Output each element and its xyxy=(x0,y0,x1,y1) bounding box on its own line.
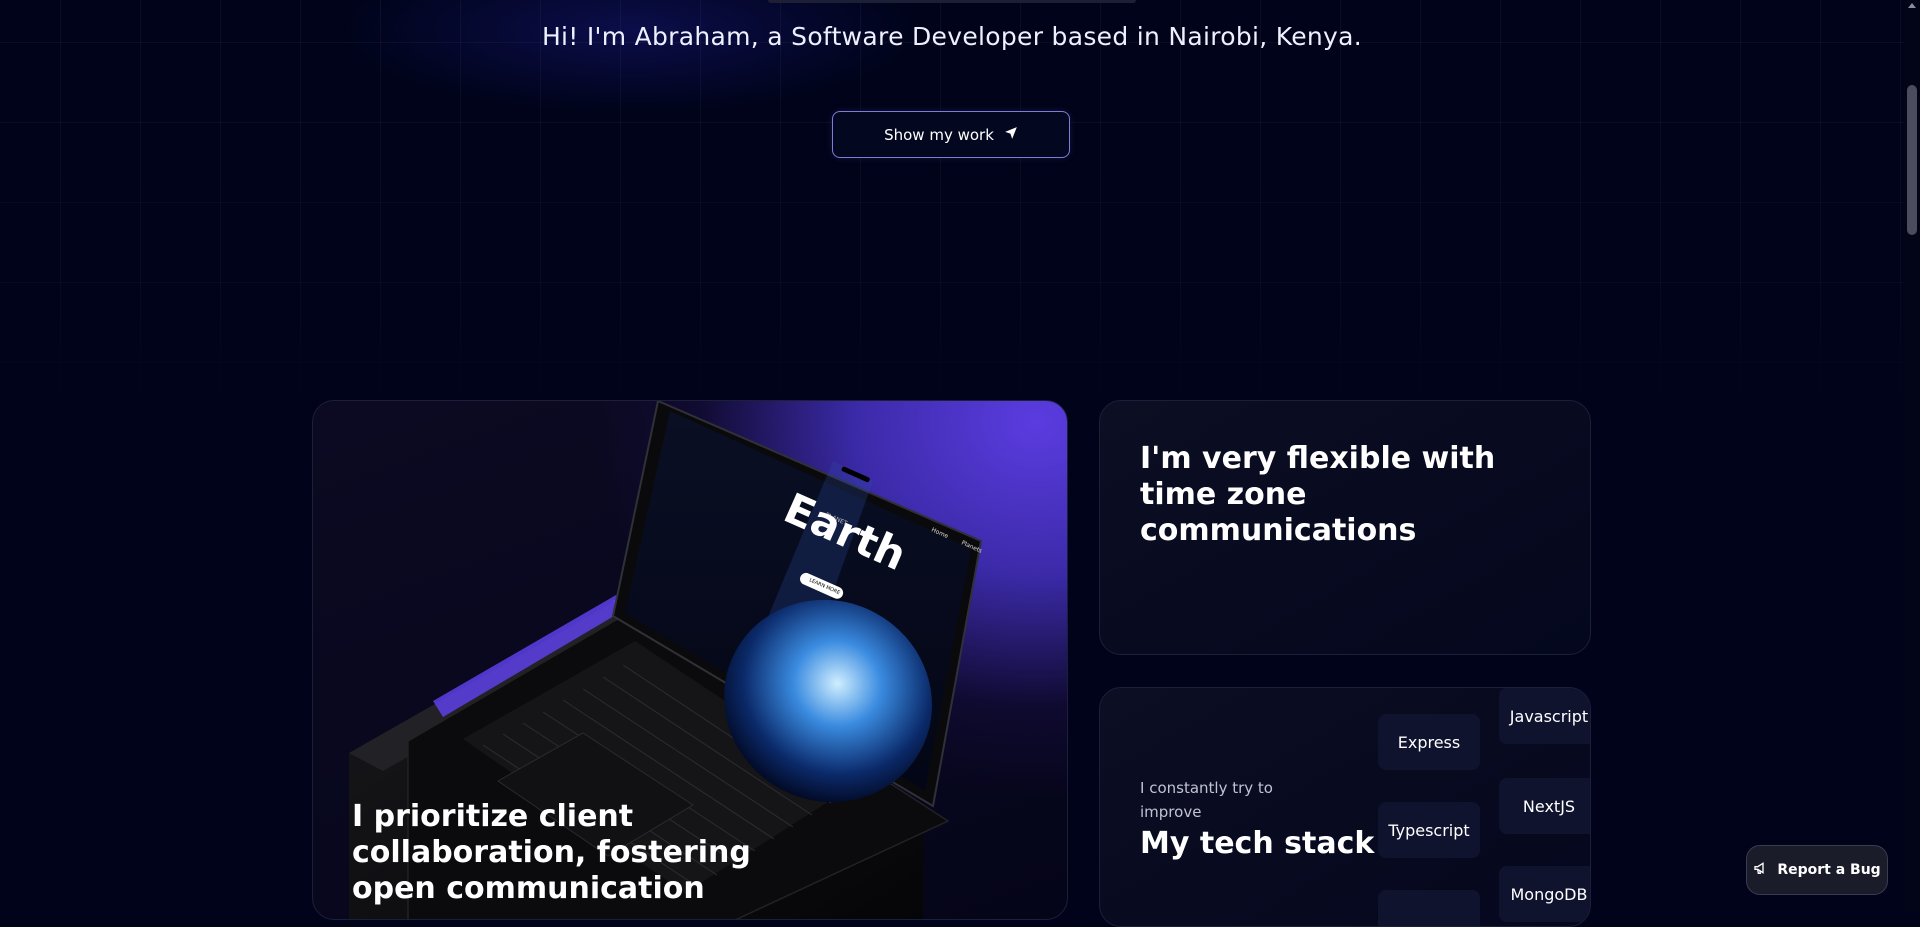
tech-pill-express: Express xyxy=(1378,714,1480,770)
scroll-thumb[interactable] xyxy=(1907,85,1917,235)
collaboration-title: I prioritize client collaboration, foste… xyxy=(352,799,751,906)
show-my-work-button[interactable]: Show my work xyxy=(832,111,1070,158)
tech-pill-javascript: Javascript xyxy=(1499,688,1590,744)
show-my-work-label: Show my work xyxy=(884,125,994,144)
page-scrollbar[interactable] xyxy=(1904,0,1920,911)
tech-stack-title: My tech stack xyxy=(1140,826,1375,861)
timezone-title: I'm very flexible with time zone communi… xyxy=(1140,441,1496,548)
navbar-edge xyxy=(768,0,1136,3)
tech-pill-mongodb: MongoDB xyxy=(1499,866,1590,922)
send-icon xyxy=(1004,126,1018,144)
tech-stack-card: I constantly try to improve My tech stac… xyxy=(1099,687,1591,927)
timezone-card: I'm very flexible with time zone communi… xyxy=(1099,400,1591,655)
grid-fade-overlay xyxy=(0,0,1904,430)
megaphone-icon xyxy=(1753,860,1769,880)
tech-stack-subtitle: I constantly try to improve xyxy=(1140,779,1273,821)
tech-pill-hidden xyxy=(1378,890,1480,926)
report-bug-button[interactable]: Report a Bug xyxy=(1746,845,1888,895)
hero-intro: Hi! I'm Abraham, a Software Developer ba… xyxy=(541,22,1363,51)
report-bug-label: Report a Bug xyxy=(1777,862,1881,878)
tech-pill-nextjs: NextJS xyxy=(1499,778,1590,834)
tech-pill-typescript: Typescript xyxy=(1378,802,1480,858)
collaboration-card: PLANET Earth Home Planets LEARN MORE I p… xyxy=(312,400,1068,920)
scroll-up-arrow-icon[interactable] xyxy=(1908,3,1916,8)
